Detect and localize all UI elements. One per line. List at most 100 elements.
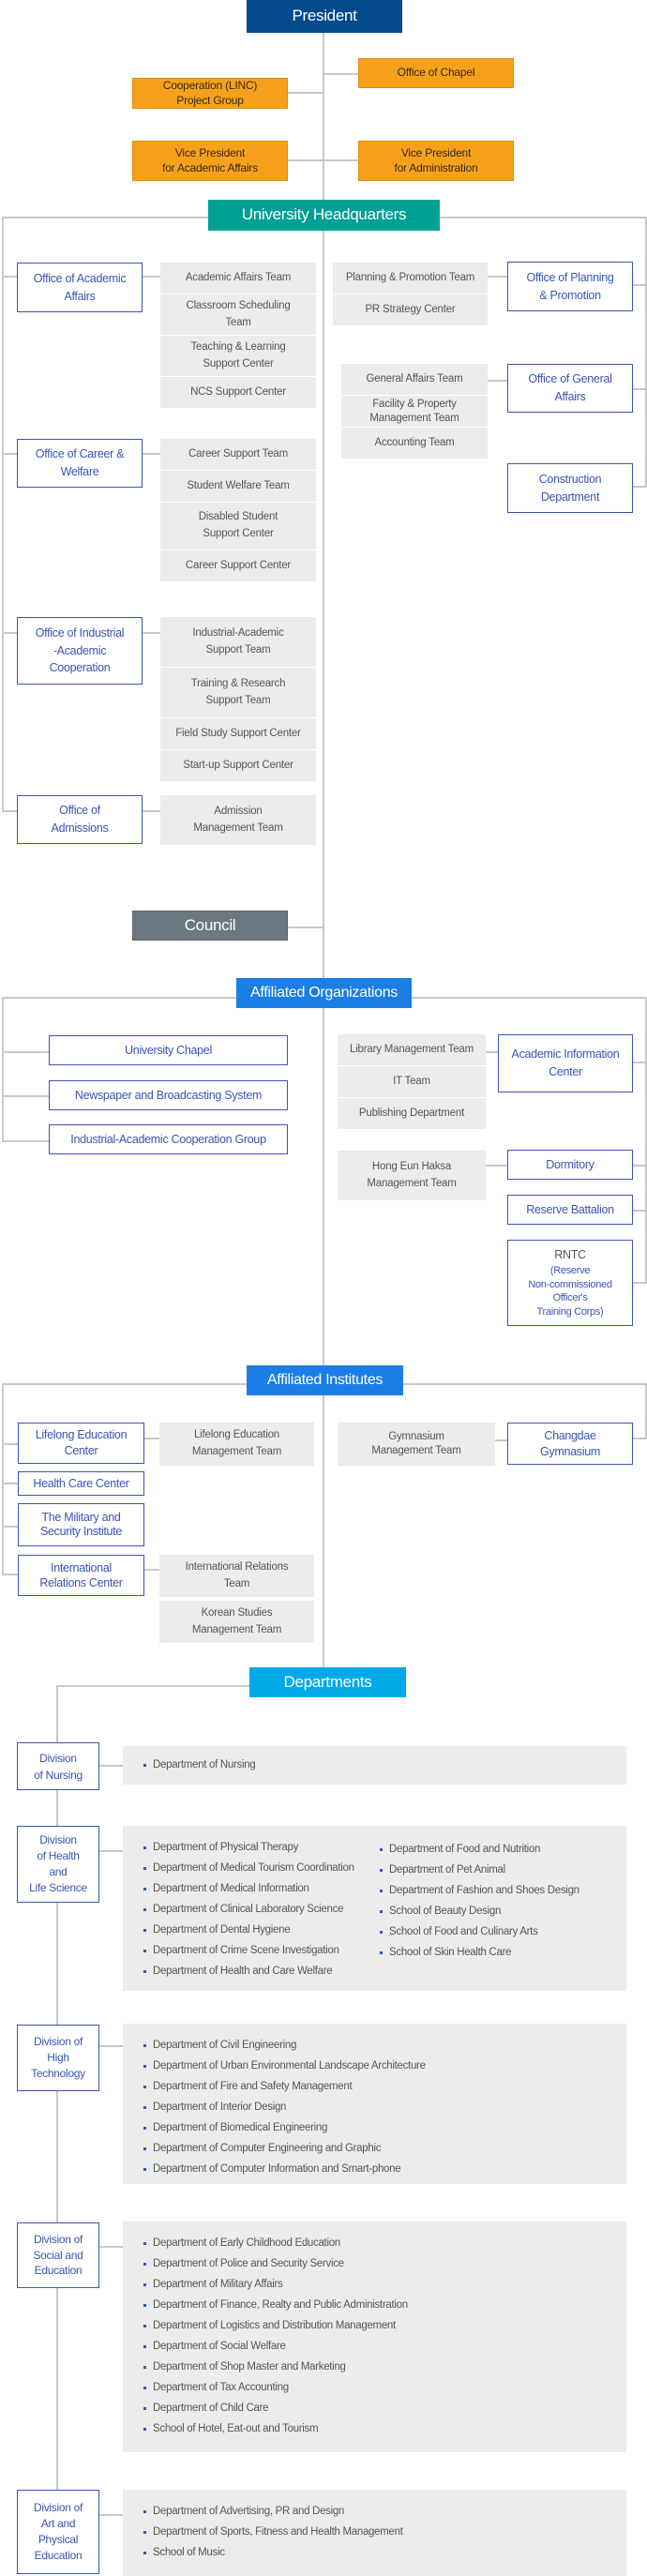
industrial-academic-group[interactable]: Industrial-Academic Cooperation Group [49,1124,288,1154]
military-security-institute[interactable]: The Military and Security Institute [18,1503,144,1546]
vp-academic-affairs[interactable]: Vice President for Academic Affairs [132,141,288,181]
team-pr-strategy[interactable]: PR Strategy Center [333,294,488,325]
team-library-management[interactable]: Library Management Team [338,1034,486,1065]
team-facility-property[interactable]: Facility & Property Management Team [341,396,488,427]
department-item[interactable]: Department of Biomedical Engineering [143,2117,426,2138]
team-classroom-scheduling[interactable]: Classroom Scheduling Team [160,294,316,335]
team-career-support-center[interactable]: Career Support Center [160,550,316,581]
department-item[interactable]: Department of Clinical Laboratory Scienc… [143,1899,354,1920]
division-nursing[interactable]: Division of Nursing [17,1742,99,1790]
team-startup-support[interactable]: Start-up Support Center [160,750,316,781]
team-korean-studies[interactable]: Korean Studies Management Team [159,1601,314,1643]
department-item[interactable]: Department of Dental Hygiene [143,1920,354,1940]
division-art-physical-education[interactable]: Division of Art and Physical Education [17,2490,99,2574]
team-admission-management[interactable]: Admission Management Team [160,795,316,845]
department-item[interactable]: Department of Urban Environmental Landsc… [143,2056,426,2076]
department-item[interactable]: Department of Shop Master and Marketing [143,2357,408,2377]
department-item[interactable]: Department of Crime Scene Investigation [143,1940,354,1961]
affiliated-institutes-header[interactable]: Affiliated Institutes [247,1365,403,1395]
team-career-support[interactable]: Career Support Team [160,439,316,470]
department-item[interactable]: Department of Interior Design [143,2097,426,2117]
team-general-affairs[interactable]: General Affairs Team [341,364,488,395]
division-high-tech-list: Department of Civil Engineering Departmen… [123,2024,626,2184]
dormitory[interactable]: Dormitory [507,1150,633,1180]
team-accounting[interactable]: Accounting Team [341,428,488,459]
changdae-gymnasium[interactable]: Changdae Gymnasium [507,1423,633,1465]
office-of-academic-affairs[interactable]: Office of Academic Affairs [17,263,143,312]
department-item[interactable]: Department of Pet Animal [380,1860,579,1880]
department-item[interactable]: Department of Early Childhood Education [143,2233,408,2253]
international-relations-center[interactable]: International Relations Center [18,1555,144,1596]
department-item[interactable]: Department of Nursing [143,1755,256,1775]
reserve-battalion[interactable]: Reserve Battalion [507,1195,633,1225]
department-item[interactable]: Department of Civil Engineering [143,2035,426,2056]
university-headquarters-header[interactable]: University Headquarters [208,200,440,231]
department-item[interactable]: Department of Computer Information and S… [143,2159,426,2179]
division-social-education[interactable]: Division of Social and Education [17,2222,99,2288]
team-teaching-learning[interactable]: Teaching & Learning Support Center [160,336,316,376]
office-of-industrial-cooperation[interactable]: Office of Industrial -Academic Cooperati… [17,617,143,685]
department-item[interactable]: Department of Physical Therapy [143,1837,354,1858]
department-item[interactable]: School of Music [143,2542,403,2563]
team-disabled-student[interactable]: Disabled Student Support Center [160,503,316,550]
department-item[interactable]: Department of Computer Engineering and G… [143,2138,426,2159]
division-social-list: Department of Early Childhood Education D… [123,2222,626,2452]
team-industrial-academic[interactable]: Industrial-Academic Support Team [160,617,316,667]
department-item[interactable]: Department of Tax Accounting [143,2377,408,2398]
department-item[interactable]: Department of Advertising, PR and Design [143,2501,403,2522]
department-list-left: Department of Physical Therapy Department… [143,1837,354,1981]
department-item[interactable]: Department of Medical Tourism Coordinati… [143,1858,354,1878]
team-international-relations[interactable]: International Relations Team [159,1555,314,1597]
team-academic-affairs[interactable]: Academic Affairs Team [160,263,316,294]
department-item[interactable]: Department of Health and Care Welfare [143,1961,354,1981]
department-item[interactable]: Department of Logistics and Distribution… [143,2315,408,2336]
office-of-general-affairs[interactable]: Office of General Affairs [507,364,633,413]
department-item[interactable]: School of Hotel, Eat-out and Tourism [143,2418,408,2439]
office-of-admissions[interactable]: Office of Admissions [17,795,143,844]
division-high-technology[interactable]: Division of High Technology [17,2025,99,2091]
affiliated-organizations-header[interactable]: Affiliated Organizations [236,978,412,1008]
lifelong-education-center[interactable]: Lifelong Education Center [18,1423,144,1464]
team-training-research[interactable]: Training & Research Support Team [160,668,316,717]
team-it[interactable]: IT Team [338,1066,486,1097]
linc-project-group[interactable]: Cooperation (LINC) Project Group [132,78,288,109]
health-care-center[interactable]: Health Care Center [18,1471,144,1496]
team-ncs-support[interactable]: NCS Support Center [160,377,316,408]
team-gymnasium-management[interactable]: Gymnasium Management Team [338,1423,495,1466]
university-chapel[interactable]: University Chapel [49,1035,288,1065]
council-box[interactable]: Council [132,911,288,941]
academic-information-center[interactable]: Academic Information Center [498,1034,633,1092]
department-item[interactable]: Department of Military Affairs [143,2274,408,2295]
president-box[interactable]: President [247,0,402,33]
office-of-career-welfare[interactable]: Office of Career & Welfare [17,439,143,488]
construction-department[interactable]: Construction Department [507,463,633,513]
department-item[interactable]: Department of Child Care [143,2398,408,2418]
newspaper-broadcasting[interactable]: Newspaper and Broadcasting System [49,1080,288,1110]
department-list: Department of Civil Engineering Departmen… [143,2035,426,2179]
department-item[interactable]: Department of Fire and Safety Management [143,2076,426,2097]
department-item[interactable]: Department of Social Welfare [143,2336,408,2357]
department-list: Department of Advertising, PR and Design… [143,2501,403,2563]
team-hong-eun-haksa[interactable]: Hong Eun Haksa Management Team [338,1151,486,1200]
division-art-list: Department of Advertising, PR and Design… [123,2490,626,2576]
rntc[interactable]: RNTC (Reserve Non-commissioned Officer's… [507,1240,633,1326]
department-item[interactable]: Department of Medical Information [143,1878,354,1899]
team-publishing[interactable]: Publishing Department [338,1098,486,1129]
office-of-chapel[interactable]: Office of Chapel [358,58,514,88]
department-item[interactable]: School of Beauty Design [380,1901,579,1921]
department-item[interactable]: School of Food and Culinary Arts [380,1921,579,1942]
team-student-welfare[interactable]: Student Welfare Team [160,471,316,502]
department-item[interactable]: School of Skin Health Care [380,1942,579,1963]
department-item[interactable]: Department of Finance, Realty and Public… [143,2295,408,2315]
department-item[interactable]: Department of Fashion and Shoes Design [380,1880,579,1901]
department-item[interactable]: Department of Police and Security Servic… [143,2253,408,2274]
team-planning-promotion[interactable]: Planning & Promotion Team [333,263,488,294]
team-field-study[interactable]: Field Study Support Center [160,718,316,749]
department-item[interactable]: Department of Food and Nutrition [380,1839,579,1860]
vp-administration[interactable]: Vice President for Administration [358,141,514,181]
division-health-life-science[interactable]: Division of Health and Life Science [17,1826,99,1903]
team-lifelong-education[interactable]: Lifelong Education Management Team [159,1423,314,1466]
office-of-planning-promotion[interactable]: Office of Planning & Promotion [507,262,633,311]
department-item[interactable]: Department of Sports, Fitness and Health… [143,2522,403,2542]
departments-header[interactable]: Departments [249,1667,406,1697]
